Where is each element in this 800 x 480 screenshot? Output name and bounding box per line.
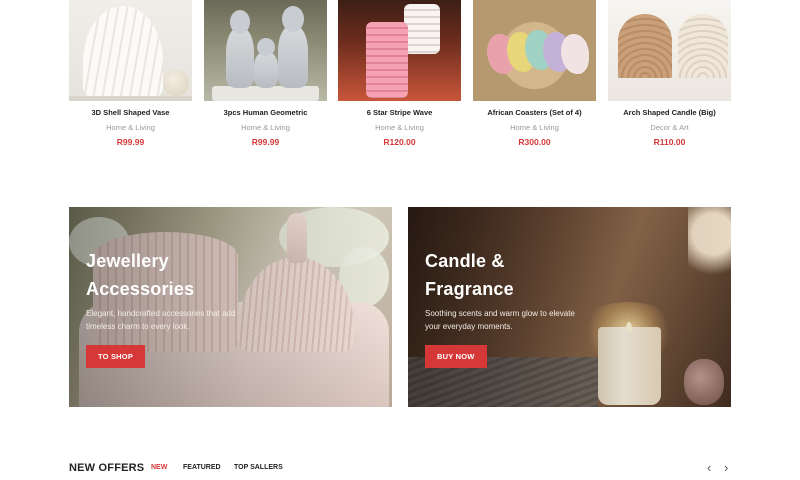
banner-title: Jewellery Accessories (86, 251, 195, 299)
product-card[interactable]: 6 Star Stripe Wave Home & Living R120.00 (338, 0, 461, 147)
banner-text: Soothing scents and warm glow to elevate… (425, 309, 575, 331)
product-price: R120.00 (383, 137, 416, 147)
human-figures-image[interactable] (204, 0, 327, 101)
to-shop-button[interactable]: TO SHOP (86, 345, 146, 368)
arch-candle-image[interactable] (608, 0, 731, 101)
product-category: Home & Living (241, 123, 290, 132)
product-name[interactable]: 6 Star Stripe Wave (338, 108, 461, 117)
product-name[interactable]: Arch Shaped Candle (Big) (608, 108, 731, 117)
tab-top-sallers[interactable]: TOP SALLERS (234, 464, 283, 471)
tab-new[interactable]: NEW (151, 464, 167, 471)
product-category: Home & Living (510, 123, 559, 132)
product-name[interactable]: African Coasters (Set of 4) (473, 108, 596, 117)
product-row: 3D Shell Shaped Vase Home & Living R99.9… (69, 0, 731, 150)
tab-featured[interactable]: FEATURED (183, 464, 221, 471)
banner-title: Candle & Fragrance (425, 251, 514, 299)
product-card[interactable]: 3D Shell Shaped Vase Home & Living R99.9… (69, 0, 192, 147)
jewellery-banner[interactable]: Jewellery Accessories Elegant, handcraft… (69, 207, 392, 407)
banner-text: Elegant, handcrafted accessories that ad… (86, 309, 236, 331)
product-category: Home & Living (106, 123, 155, 132)
shell-vase-image[interactable] (69, 0, 192, 101)
product-price: R99.99 (251, 137, 280, 147)
product-category: Home & Living (375, 123, 424, 132)
section-title: NEW OFFERS (69, 462, 145, 474)
new-offers-bar: NEW OFFERS NEW FEATURED TOP SALLERS ‹ › (69, 460, 737, 476)
product-name[interactable]: 3D Shell Shaped Vase (69, 108, 192, 117)
product-price: R110.00 (653, 137, 686, 147)
product-card[interactable]: Arch Shaped Candle (Big) Decor & Art R11… (608, 0, 731, 147)
product-name[interactable]: 3pcs Human Geometric (204, 108, 327, 117)
candle-banner[interactable]: Candle & Fragrance Soothing scents and w… (408, 207, 731, 407)
chevron-right-icon[interactable]: › (724, 460, 728, 475)
chevron-left-icon[interactable]: ‹ (707, 460, 711, 475)
product-card[interactable]: African Coasters (Set of 4) Home & Livin… (473, 0, 596, 147)
product-category: Decor & Art (650, 123, 689, 132)
product-card[interactable]: 3pcs Human Geometric Home & Living R99.9… (204, 0, 327, 147)
coasters-image[interactable] (473, 0, 596, 101)
wave-candle-image[interactable] (338, 0, 461, 101)
product-price: R99.99 (116, 137, 145, 147)
buy-now-button[interactable]: BUY NOW (425, 345, 487, 368)
product-price: R300.00 (518, 137, 551, 147)
